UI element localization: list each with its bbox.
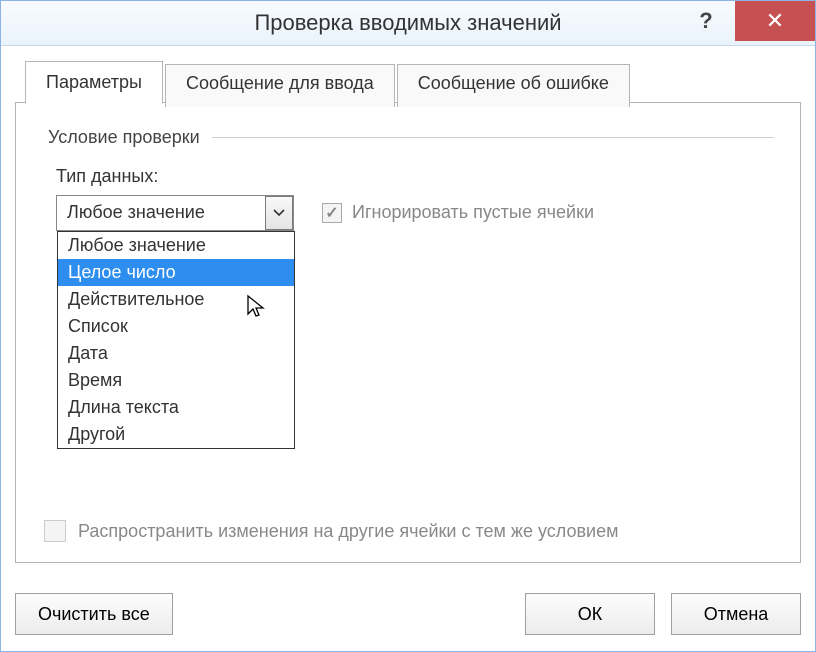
tab-label: Сообщение для ввода [186,73,374,93]
dialog-body: Параметры Сообщение для ввода Сообщение … [1,46,815,651]
groupbox-header: Условие проверки [42,127,774,148]
tab-input-message[interactable]: Сообщение для ввода [165,64,395,107]
combobox-selected-text: Любое значение [57,202,265,223]
combobox-dropdown-button[interactable] [265,196,293,230]
main-content: Параметры Сообщение для ввода Сообщение … [15,60,801,563]
propagate-label: Распространить изменения на другие ячейк… [78,521,618,542]
titlebar: Проверка вводимых значений ? ✕ [1,1,815,46]
cancel-button[interactable]: Отмена [671,593,801,635]
tab-parameters[interactable]: Параметры [25,61,163,104]
tab-panel-parameters: Условие проверки Тип данных: Любое значе… [15,102,801,563]
data-type-combobox[interactable]: Любое значение Любое значение Целое числ… [56,195,294,231]
data-type-row: Любое значение Любое значение Целое числ… [56,195,774,231]
dropdown-option[interactable]: Время [58,367,294,394]
clear-all-button[interactable]: Очистить все [15,593,173,635]
data-type-dropdown-list: Любое значение Целое число Действительно… [57,231,295,449]
groupbox-title: Условие проверки [42,127,206,148]
help-button[interactable]: ? [677,1,735,41]
dropdown-option[interactable]: Действительное [58,286,294,313]
chevron-down-icon [273,209,285,217]
data-type-label: Тип данных: [56,166,774,187]
help-icon: ? [699,8,712,34]
groupbox-divider [212,137,774,138]
button-label: Очистить все [38,604,150,624]
ignore-blank-label: Игнорировать пустые ячейки [352,202,594,223]
close-button[interactable]: ✕ [735,1,815,41]
button-label: Отмена [704,604,769,624]
ok-button[interactable]: ОК [525,593,655,635]
close-icon: ✕ [766,8,784,34]
button-bar-right: ОК Отмена [525,593,801,635]
tab-label: Сообщение об ошибке [418,73,609,93]
ignore-blank-row: Игнорировать пустые ячейки [322,202,594,223]
ignore-blank-checkbox[interactable] [322,203,342,223]
titlebar-controls: ? ✕ [677,1,815,49]
data-validation-dialog: Проверка вводимых значений ? ✕ Параметры… [0,0,816,652]
dropdown-option[interactable]: Список [58,313,294,340]
tab-label: Параметры [46,72,142,92]
propagate-checkbox[interactable] [44,520,66,542]
dropdown-option[interactable]: Дата [58,340,294,367]
dropdown-option[interactable]: Любое значение [58,232,294,259]
tab-error-alert[interactable]: Сообщение об ошибке [397,64,630,107]
propagate-row: Распространить изменения на другие ячейк… [44,520,618,542]
dropdown-option[interactable]: Целое число [58,259,294,286]
dropdown-option[interactable]: Длина текста [58,394,294,421]
dropdown-option[interactable]: Другой [58,421,294,448]
tab-strip: Параметры Сообщение для ввода Сообщение … [15,60,801,102]
button-bar: Очистить все ОК Отмена [1,577,815,651]
button-label: ОК [578,604,603,624]
